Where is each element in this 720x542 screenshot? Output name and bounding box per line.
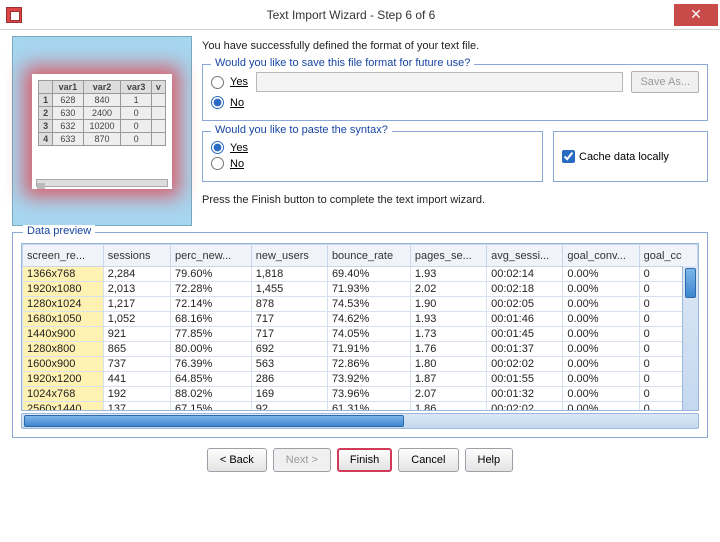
close-button[interactable]: ✕ xyxy=(674,4,718,26)
column-header[interactable]: sessions xyxy=(103,245,170,267)
table-row[interactable]: 1366x7682,28479.60%1,81869.40%1.9300:02:… xyxy=(23,267,698,282)
paste-syntax-no-label[interactable]: No xyxy=(230,158,244,170)
save-as-button[interactable]: Save As... xyxy=(631,71,699,93)
column-header[interactable]: perc_new... xyxy=(170,245,251,267)
table-row[interactable]: 1440x90092177.85%71774.05%1.7300:01:450.… xyxy=(23,327,698,342)
paste-syntax-legend: Would you like to paste the syntax? xyxy=(211,124,392,136)
data-preview-table-wrap[interactable]: screen_re...sessionsperc_new...new_users… xyxy=(21,243,699,411)
window-title: Text Import Wizard - Step 6 of 6 xyxy=(28,8,674,22)
save-format-legend: Would you like to save this file format … xyxy=(211,57,474,69)
table-row[interactable]: 1600x90073776.39%56372.86%1.8000:02:020.… xyxy=(23,357,698,372)
save-path-field xyxy=(256,72,624,92)
table-row[interactable]: 2560x144013767.15%9261.31%1.8600:02:020.… xyxy=(23,402,698,412)
horizontal-scrollbar[interactable] xyxy=(21,413,699,429)
paste-syntax-yes-label[interactable]: Yes xyxy=(230,142,248,154)
column-header[interactable]: goal_conv... xyxy=(563,245,639,267)
column-header[interactable]: bounce_rate xyxy=(327,245,410,267)
save-format-no-radio[interactable] xyxy=(211,96,224,109)
column-header[interactable]: pages_se... xyxy=(410,245,486,267)
column-header[interactable]: goal_cc xyxy=(639,245,697,267)
cache-group: Cache data locally xyxy=(553,131,708,182)
back-button[interactable]: < Back xyxy=(207,448,267,472)
data-preview-table: screen_re...sessionsperc_new...new_users… xyxy=(22,244,698,411)
paste-syntax-yes-radio[interactable] xyxy=(211,141,224,154)
table-row[interactable]: 1024x76819288.02%16973.96%2.0700:01:320.… xyxy=(23,387,698,402)
save-format-group: Would you like to save this file format … xyxy=(202,64,708,121)
table-row[interactable]: 1920x120044164.85%28673.92%1.8700:01:550… xyxy=(23,372,698,387)
cache-label[interactable]: Cache data locally xyxy=(579,151,669,163)
thumb-scrollbar xyxy=(36,179,168,187)
paste-syntax-no-radio[interactable] xyxy=(211,157,224,170)
data-preview-group: Data preview screen_re...sessionsperc_ne… xyxy=(12,232,708,438)
table-row[interactable]: 1680x10501,05268.16%71774.62%1.9300:01:4… xyxy=(23,312,698,327)
press-finish-text: Press the Finish button to complete the … xyxy=(202,188,708,208)
help-button[interactable]: Help xyxy=(465,448,514,472)
thumbnail-table-preview: var1var2var3v162884012630240003632102000… xyxy=(32,74,172,189)
cancel-button[interactable]: Cancel xyxy=(398,448,458,472)
save-format-yes-radio[interactable] xyxy=(211,76,224,89)
cache-checkbox[interactable] xyxy=(562,150,575,163)
titlebar: Text Import Wizard - Step 6 of 6 ✕ xyxy=(0,0,720,30)
intro-text: You have successfully defined the format… xyxy=(202,36,708,54)
data-preview-legend: Data preview xyxy=(23,225,95,237)
table-row[interactable]: 1280x80086580.00%69271.91%1.7600:01:370.… xyxy=(23,342,698,357)
thumbnail-panel: var1var2var3v162884012630240003632102000… xyxy=(12,36,192,226)
app-icon xyxy=(6,7,22,23)
column-header[interactable]: new_users xyxy=(251,245,327,267)
next-button[interactable]: Next > xyxy=(273,448,331,472)
save-format-yes-label[interactable]: Yes xyxy=(230,76,248,88)
column-header[interactable]: avg_sessi... xyxy=(487,245,563,267)
column-header[interactable]: screen_re... xyxy=(23,245,104,267)
save-format-no-label[interactable]: No xyxy=(230,97,244,109)
table-row[interactable]: 1920x10802,01372.28%1,45571.93%2.0200:02… xyxy=(23,282,698,297)
table-row[interactable]: 1280x10241,21772.14%87874.53%1.9000:02:0… xyxy=(23,297,698,312)
paste-syntax-group: Would you like to paste the syntax? Yes … xyxy=(202,131,543,182)
wizard-buttons: < Back Next > Finish Cancel Help xyxy=(12,438,708,478)
vertical-scrollbar[interactable] xyxy=(682,266,698,410)
finish-button[interactable]: Finish xyxy=(337,448,392,472)
